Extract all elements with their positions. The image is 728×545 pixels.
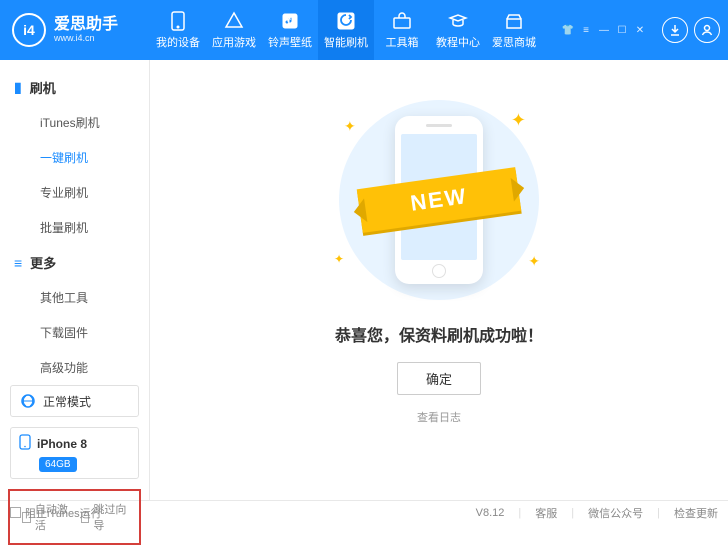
separator: | xyxy=(571,507,574,519)
close-icon[interactable]: ✕ xyxy=(634,24,646,36)
view-log-link[interactable]: 查看日志 xyxy=(417,409,461,425)
mode-icon xyxy=(19,392,37,410)
more-icon: ≡ xyxy=(14,255,22,271)
user-button[interactable] xyxy=(694,17,720,43)
sidebar-item-pro-flash[interactable]: 专业刷机 xyxy=(0,175,149,210)
device-small-icon xyxy=(19,434,31,453)
sidebar-group-more: ≡ 更多 xyxy=(0,245,149,280)
checkbox-label: 阻止iTunes运行 xyxy=(25,505,102,521)
store-icon xyxy=(504,11,524,31)
tab-tutorials[interactable]: 教程中心 xyxy=(430,0,486,60)
sparkle-icon: ✦ xyxy=(528,253,540,270)
sparkle-icon: ✦ xyxy=(344,118,356,135)
sparkle-icon: ✦ xyxy=(511,110,526,131)
brand-logo-icon: i4 xyxy=(12,13,46,47)
success-illustration: ✦ ✦ ✦ ✦ NEW xyxy=(304,100,574,300)
sidebar-item-other-tools[interactable]: 其他工具 xyxy=(0,280,149,315)
group-title: 更多 xyxy=(30,253,56,272)
separator: | xyxy=(657,507,660,519)
skin-icon[interactable]: 👕 xyxy=(562,24,574,36)
sidebar-item-oneclick-flash[interactable]: 一键刷机 xyxy=(0,140,149,175)
music-icon xyxy=(280,11,300,31)
device-box[interactable]: iPhone 8 64GB xyxy=(10,427,139,479)
tab-label: 应用游戏 xyxy=(212,34,256,50)
device-icon xyxy=(168,11,188,31)
sidebar-item-itunes-flash[interactable]: iTunes刷机 xyxy=(0,105,149,140)
apps-icon xyxy=(224,11,244,31)
storage-badge: 64GB xyxy=(39,457,77,472)
menu-icon[interactable]: ≡ xyxy=(580,24,592,36)
separator: | xyxy=(518,507,521,519)
block-itunes-checkbox[interactable]: 阻止iTunes运行 xyxy=(10,505,102,521)
brand-url: www.i4.cn xyxy=(54,34,118,44)
sidebar-item-advanced[interactable]: 高级功能 xyxy=(0,350,149,385)
phone-icon: ▮ xyxy=(14,79,22,96)
tab-my-device[interactable]: 我的设备 xyxy=(150,0,206,60)
ok-button[interactable]: 确定 xyxy=(397,362,481,395)
tab-label: 工具箱 xyxy=(386,34,419,50)
flash-icon xyxy=(336,11,356,31)
tab-label: 铃声壁纸 xyxy=(268,34,312,50)
device-name: iPhone 8 xyxy=(37,437,87,451)
sidebar-item-download-firmware[interactable]: 下载固件 xyxy=(0,315,149,350)
tab-apps-games[interactable]: 应用游戏 xyxy=(206,0,262,60)
toolbox-icon xyxy=(392,11,412,31)
tab-label: 教程中心 xyxy=(436,34,480,50)
header-right: 👕 ≡ — ☐ ✕ xyxy=(562,0,728,60)
sparkle-icon: ✦ xyxy=(334,252,344,266)
tab-store[interactable]: 爱思商城 xyxy=(486,0,542,60)
top-tabs: 我的设备 应用游戏 铃声壁纸 智能刷机 工具箱 教程中心 爱思商城 xyxy=(150,0,562,60)
update-link[interactable]: 检查更新 xyxy=(674,505,718,521)
brand: i4 爱思助手 www.i4.cn xyxy=(0,0,150,60)
tab-label: 爱思商城 xyxy=(492,34,536,50)
download-button[interactable] xyxy=(662,17,688,43)
support-link[interactable]: 客服 xyxy=(535,505,557,521)
wechat-link[interactable]: 微信公众号 xyxy=(588,505,643,521)
sidebar: ▮ 刷机 iTunes刷机 一键刷机 专业刷机 批量刷机 ≡ 更多 其他工具 下… xyxy=(0,60,150,500)
tab-smart-flash[interactable]: 智能刷机 xyxy=(318,0,374,60)
success-message: 恭喜您，保资料刷机成功啦！ xyxy=(335,322,543,346)
tutorial-icon xyxy=(448,11,468,31)
group-title: 刷机 xyxy=(30,78,56,97)
minimize-icon[interactable]: — xyxy=(598,24,610,36)
version-label: V8.12 xyxy=(476,507,505,519)
mode-label: 正常模式 xyxy=(43,393,91,410)
main-content: ✦ ✦ ✦ ✦ NEW 恭喜您，保资料刷机成功啦！ 确定 查看日志 xyxy=(150,60,728,500)
maximize-icon[interactable]: ☐ xyxy=(616,24,628,36)
sidebar-group-flash: ▮ 刷机 xyxy=(0,70,149,105)
tab-toolbox[interactable]: 工具箱 xyxy=(374,0,430,60)
tab-label: 我的设备 xyxy=(156,34,200,50)
tab-label: 智能刷机 xyxy=(324,34,368,50)
mode-box[interactable]: 正常模式 xyxy=(10,385,139,417)
tab-ringtone-wallpaper[interactable]: 铃声壁纸 xyxy=(262,0,318,60)
checkbox-icon xyxy=(10,507,21,518)
brand-name: 爱思助手 xyxy=(54,16,118,34)
sidebar-item-batch-flash[interactable]: 批量刷机 xyxy=(0,210,149,245)
app-header: i4 爱思助手 www.i4.cn 我的设备 应用游戏 铃声壁纸 智能刷机 工具… xyxy=(0,0,728,60)
